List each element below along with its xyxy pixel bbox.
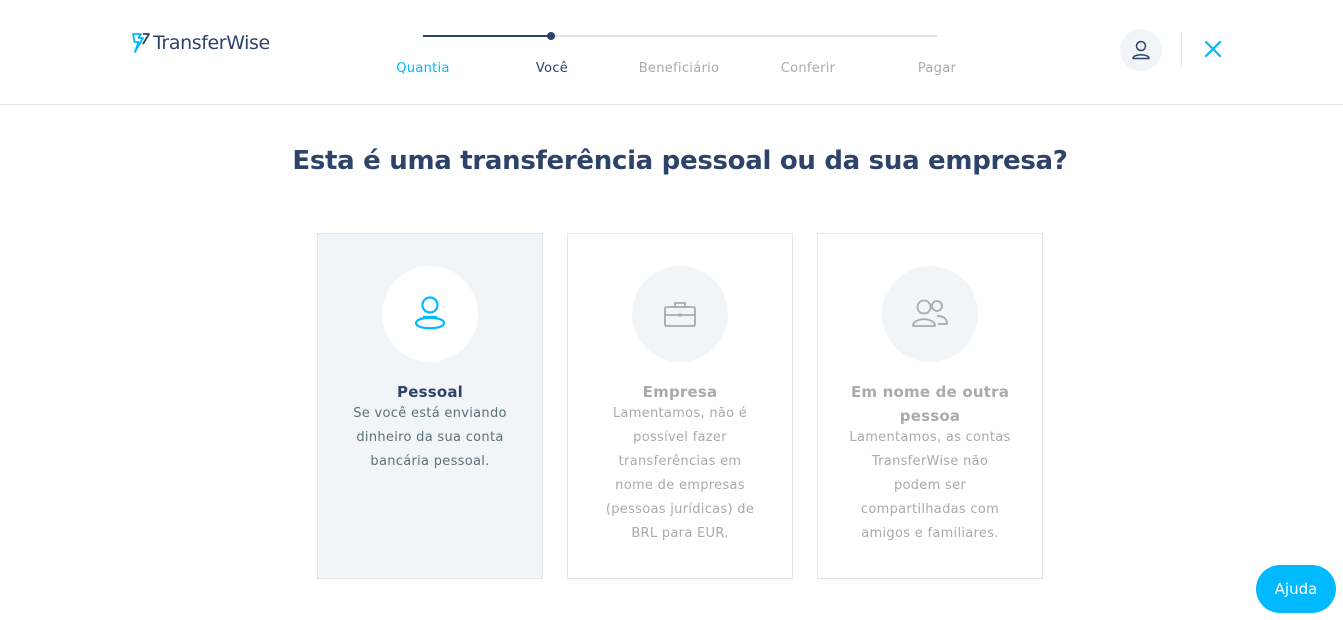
header-divider xyxy=(1181,32,1182,66)
card-description: Lamentamos, não é possível fazer transfe… xyxy=(605,406,755,541)
card-description: Se você está enviando dinheiro da sua co… xyxy=(353,406,507,469)
person-icon xyxy=(414,296,446,330)
help-button[interactable]: Ajuda xyxy=(1256,565,1336,613)
logo-wordmark: TransferWise xyxy=(153,32,270,54)
profile-button[interactable] xyxy=(1120,29,1162,71)
close-button[interactable] xyxy=(1201,37,1225,61)
step-voce: Você xyxy=(535,61,569,76)
option-card-business[interactable]: Empresa Lamentamos, não é possível fazer… xyxy=(567,233,793,579)
close-icon xyxy=(1204,40,1222,58)
stepper-current-marker xyxy=(547,32,555,40)
card-title: Em nome de outra pessoa xyxy=(850,383,1010,425)
transferwise-flag-icon xyxy=(132,33,150,53)
card-title: Pessoal xyxy=(397,383,463,401)
card-icon-circle xyxy=(382,266,478,362)
people-icon xyxy=(912,299,948,327)
progress-stepper: Quantia Você Beneficiário Conferir Pagar xyxy=(358,28,1002,88)
step-pagar: Pagar xyxy=(917,61,957,76)
step-beneficiario: Beneficiário xyxy=(638,61,720,76)
step-conferir: Conferir xyxy=(780,61,836,76)
card-description: Lamentamos, as contas TransferWise não p… xyxy=(849,430,1011,541)
transferwise-logo[interactable]: TransferWise xyxy=(131,31,270,55)
briefcase-icon xyxy=(664,302,696,327)
step-quantia[interactable]: Quantia xyxy=(359,61,487,76)
user-icon xyxy=(1132,40,1150,60)
stepper-progress xyxy=(423,35,551,37)
card-icon-circle xyxy=(882,266,978,362)
option-card-personal[interactable]: Pessoal Se você está enviando dinheiro d… xyxy=(317,233,543,579)
card-title: Empresa xyxy=(642,383,718,401)
card-icon-circle xyxy=(632,266,728,362)
page-title: Esta é uma transferência pessoal ou da s… xyxy=(292,146,1068,176)
option-card-other-person[interactable]: Em nome de outra pessoa Lamentamos, as c… xyxy=(817,233,1043,579)
top-bar: TransferWise Quantia Você Beneficiário C… xyxy=(0,0,1343,105)
